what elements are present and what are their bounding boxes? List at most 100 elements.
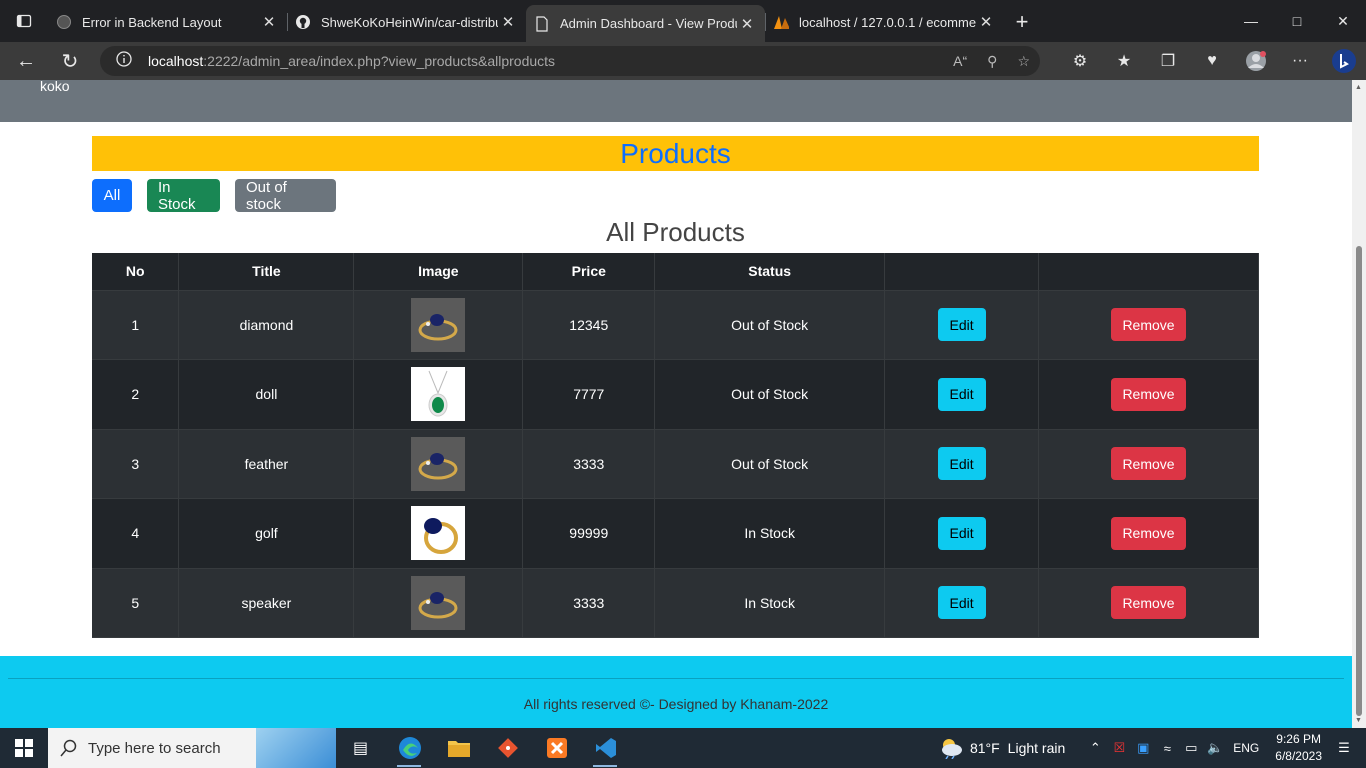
- filter-all-button[interactable]: All: [92, 179, 132, 212]
- start-button[interactable]: [0, 728, 48, 768]
- cell-remove: Remove: [1038, 568, 1259, 638]
- browser-tab-4[interactable]: localhost / 127.0.0.1 / ecommerc ✕: [765, 5, 1004, 39]
- cell-remove: Remove: [1038, 290, 1259, 360]
- taskbar-search[interactable]: Type here to search: [48, 728, 336, 768]
- cell-price: 99999: [522, 498, 656, 569]
- read-aloud-icon[interactable]: A“: [953, 53, 967, 69]
- remove-button[interactable]: Remove: [1111, 377, 1187, 411]
- table-row: 1 diamond 12345 Out of Stock Edit Remove: [92, 290, 1259, 360]
- cell-no: 1: [92, 290, 180, 360]
- cell-remove: Remove: [1038, 429, 1259, 499]
- taskbar-vscode[interactable]: [581, 728, 630, 768]
- document-icon: [534, 15, 550, 32]
- scroll-down-icon[interactable]: ▼: [1355, 717, 1362, 724]
- edit-button[interactable]: Edit: [937, 308, 986, 342]
- footer-divider: [8, 678, 1344, 679]
- wifi-icon[interactable]: ≈: [1155, 741, 1179, 756]
- taskbar-git[interactable]: [483, 728, 532, 768]
- battery-icon[interactable]: ▭: [1179, 740, 1203, 756]
- tab-actions-icon: [16, 14, 32, 28]
- header-no: No: [92, 253, 180, 291]
- remove-button[interactable]: Remove: [1111, 308, 1187, 342]
- back-button[interactable]: ←: [6, 45, 46, 77]
- minimize-button[interactable]: —: [1228, 0, 1274, 42]
- weather-desc: Light rain: [1007, 740, 1066, 756]
- favorites-icon[interactable]: ★: [1102, 42, 1146, 80]
- close-window-button[interactable]: ✕: [1320, 0, 1366, 42]
- edit-button[interactable]: Edit: [937, 586, 986, 620]
- page-scrollbar[interactable]: ▲ ▼: [1352, 80, 1366, 728]
- favorite-star-icon[interactable]: ☆: [1017, 53, 1030, 70]
- cell-image: [353, 359, 524, 430]
- vscode-icon: [595, 738, 616, 758]
- windows-logo-icon: [15, 739, 33, 757]
- edit-button[interactable]: Edit: [937, 377, 986, 411]
- profile-avatar-icon[interactable]: [1234, 42, 1278, 80]
- url-text: localhost:2222/admin_area/index.php?view…: [148, 53, 555, 69]
- zoom-out-icon[interactable]: ⚲: [987, 53, 997, 70]
- task-view-button[interactable]: ▤: [336, 728, 385, 768]
- performance-icon[interactable]: ♥: [1190, 42, 1234, 80]
- scroll-up-icon[interactable]: ▲: [1355, 84, 1362, 91]
- window-controls: — □ ✕: [1228, 0, 1366, 42]
- collections-icon[interactable]: ❐: [1146, 42, 1190, 80]
- tab-title: Admin Dashboard - View Produc: [560, 16, 737, 31]
- cell-status: In Stock: [654, 498, 886, 569]
- clock-time: 9:26 PM: [1276, 732, 1321, 746]
- remove-button[interactable]: Remove: [1111, 447, 1187, 481]
- language-indicator[interactable]: ENG: [1233, 741, 1259, 755]
- refresh-icon: ↻: [61, 50, 79, 73]
- more-options-icon[interactable]: ···: [1278, 42, 1322, 80]
- extensions-icon[interactable]: ⚙: [1058, 42, 1102, 80]
- browser-tab-2[interactable]: ShweKoKoHeinWin/car-distributi ✕: [287, 5, 526, 39]
- new-tab-button[interactable]: +: [1004, 5, 1040, 39]
- weather-widget[interactable]: 81°F Light rain: [938, 737, 1065, 759]
- close-icon[interactable]: ✕: [737, 14, 757, 34]
- cell-no: 2: [92, 359, 180, 430]
- table-row: 3 feather 3333 Out of Stock Edit Remove: [92, 429, 1259, 499]
- chevron-up-icon[interactable]: ⌃: [1083, 740, 1107, 756]
- plus-icon: +: [1015, 9, 1029, 34]
- cell-remove: Remove: [1038, 498, 1259, 569]
- close-icon[interactable]: ✕: [259, 12, 279, 32]
- notification-icon[interactable]: ☰: [1332, 740, 1356, 756]
- network-status-icon[interactable]: ▣: [1131, 740, 1155, 756]
- product-image-sapphire-ring: [411, 506, 466, 561]
- bing-icon[interactable]: [1322, 42, 1366, 80]
- header-image: Image: [353, 253, 524, 291]
- weather-temp: 81°F: [969, 740, 1000, 756]
- taskbar-edge[interactable]: [385, 728, 434, 768]
- cell-status: Out of Stock: [654, 359, 886, 430]
- url-host: localhost: [148, 53, 204, 69]
- header-price: Price: [522, 253, 656, 291]
- url-path: :2222/admin_area/index.php?view_products…: [203, 53, 556, 69]
- browser-tab-3-active[interactable]: Admin Dashboard - View Produc ✕: [526, 5, 765, 42]
- cell-image: [353, 429, 524, 499]
- taskbar-file-explorer[interactable]: [434, 728, 483, 768]
- address-bar[interactable]: localhost:2222/admin_area/index.php?view…: [100, 46, 1040, 76]
- taskbar-xampp[interactable]: [532, 728, 581, 768]
- filter-out-of-stock-button[interactable]: Out of stock: [235, 179, 336, 213]
- volume-icon[interactable]: 🔈: [1203, 740, 1227, 756]
- edit-button[interactable]: Edit: [937, 516, 986, 550]
- page-footer: All rights reserved ©- Designed by Khana…: [0, 656, 1352, 728]
- cell-title: diamond: [178, 290, 355, 360]
- refresh-button[interactable]: ↻: [50, 45, 90, 77]
- task-view-icon: ▤: [352, 740, 369, 757]
- browser-tab-1[interactable]: Error in Backend Layout ✕: [48, 5, 287, 39]
- close-icon[interactable]: ✕: [498, 12, 518, 32]
- remove-button[interactable]: Remove: [1111, 586, 1187, 620]
- maximize-button[interactable]: □: [1274, 0, 1320, 42]
- security-alert-icon[interactable]: ☒: [1107, 740, 1131, 756]
- remove-button[interactable]: Remove: [1111, 516, 1187, 550]
- tab-actions-button[interactable]: [0, 0, 48, 42]
- close-icon[interactable]: ✕: [976, 12, 996, 32]
- cell-edit: Edit: [884, 568, 1040, 638]
- cell-title: golf: [178, 498, 355, 569]
- product-image-pendant: [411, 367, 466, 422]
- taskbar-clock[interactable]: 9:26 PM 6/8/2023: [1275, 731, 1322, 765]
- filter-in-stock-button[interactable]: In Stock: [147, 179, 220, 213]
- cell-image: [353, 568, 524, 638]
- scrollbar-thumb[interactable]: [1356, 246, 1362, 716]
- edit-button[interactable]: Edit: [937, 447, 986, 481]
